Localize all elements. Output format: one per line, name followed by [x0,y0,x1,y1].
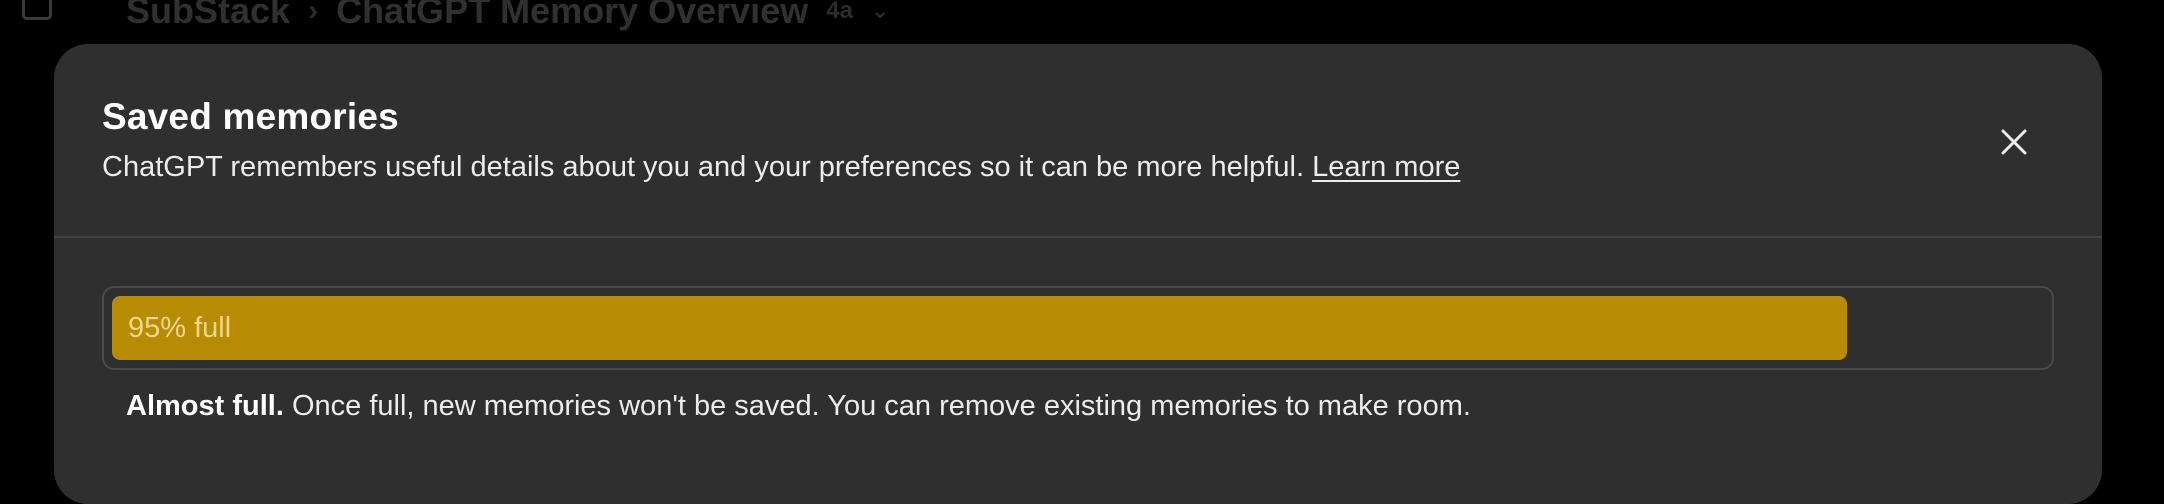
dialog-divider [54,236,2102,238]
learn-more-link[interactable]: Learn more [1312,151,1460,183]
memory-usage-fill: 95% full [112,296,1847,360]
memory-notice: Almost full. Once full, new memories won… [126,390,1471,423]
dialog-title: Saved memories [102,96,399,137]
memory-notice-bold: Almost full. [126,390,284,422]
breadcrumb: SubStack › ChatGPT Memory Overview 4a ⌄ [126,0,889,32]
memory-usage-meter: 95% full [102,286,2054,370]
breadcrumb-workspace[interactable]: SubStack [126,0,290,32]
memory-usage-label: 95% full [128,311,232,344]
memory-notice-text: Once full, new memories won't be saved. … [283,390,1471,422]
breadcrumb-chip[interactable]: 4a [826,0,853,25]
sidebar-toggle-icon[interactable] [22,0,52,20]
saved-memories-dialog: Saved memories ChatGPT remembers useful … [54,44,2102,504]
dialog-description-text: ChatGPT remembers useful details about y… [102,151,1304,183]
breadcrumb-page[interactable]: ChatGPT Memory Overview [336,0,808,32]
chevron-down-icon[interactable]: ⌄ [871,0,889,24]
dialog-description: ChatGPT remembers useful details about y… [102,151,1460,184]
close-button[interactable] [1992,120,2036,164]
top-bar: SubStack › ChatGPT Memory Overview 4a ⌄ [0,0,2164,44]
breadcrumb-separator: › [308,0,319,27]
close-icon [2001,129,2027,155]
